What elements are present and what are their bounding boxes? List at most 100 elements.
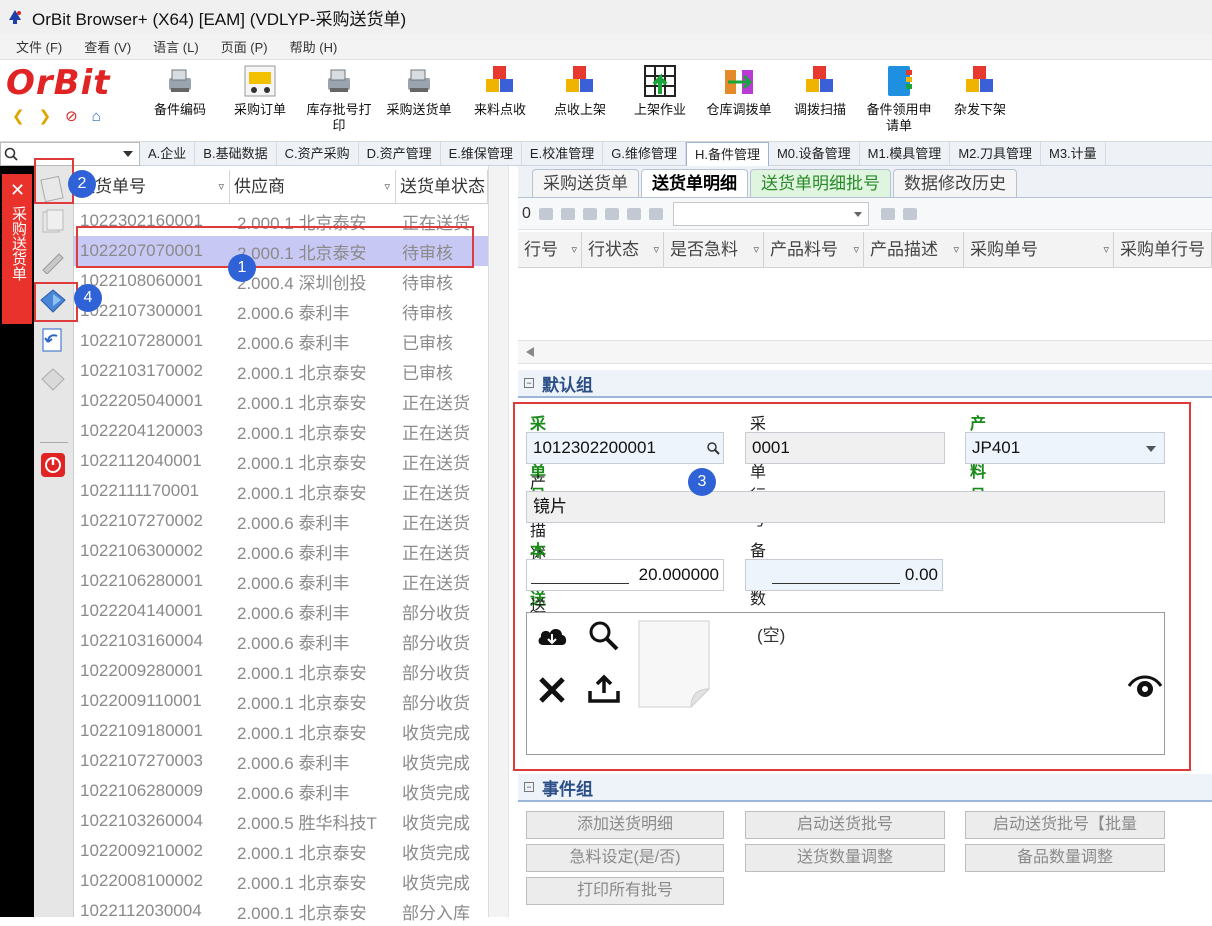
- exit-icon[interactable]: [39, 452, 67, 478]
- tab-edit-history[interactable]: 数据修改历史: [893, 169, 1017, 197]
- column-header-part-desc[interactable]: 产品描述 ▿: [864, 232, 964, 268]
- column-header-status[interactable]: 送货单状态: [396, 170, 488, 204]
- home-icon[interactable]: ⌂: [92, 108, 101, 126]
- tab-module-metrology[interactable]: M3.计量: [1041, 142, 1106, 166]
- table-row[interactable]: 1022103160004 2.000.6 泰利丰 部分收货: [74, 626, 488, 656]
- table-row[interactable]: 1022205040001 2.000.1 北京泰安 正在送货: [74, 386, 488, 416]
- menu-view[interactable]: 查看 (V): [84, 37, 131, 56]
- tab-delivery-header[interactable]: 采购送货单: [532, 169, 639, 197]
- toolbar-button-incoming-receipt[interactable]: 来料点收: [466, 64, 534, 140]
- toolbar-button-stock-batch-print[interactable]: 库存批号打印: [300, 64, 378, 140]
- move-top-icon[interactable]: [538, 207, 553, 220]
- filter-icon[interactable]: ▿: [218, 170, 224, 204]
- tab-module-calibration[interactable]: E.校准管理: [522, 142, 604, 166]
- refresh-record-icon[interactable]: [39, 326, 67, 352]
- move-bottom-icon[interactable]: [560, 207, 575, 220]
- urgent-setting-button[interactable]: 急料设定(是/否): [526, 844, 724, 872]
- toolbar-button-transfer-scan[interactable]: 调拨扫描: [786, 64, 854, 140]
- toolbar-button-receipt-shelving[interactable]: 点收上架: [546, 64, 614, 140]
- table-row[interactable]: 1022106280001 2.000.6 泰利丰 正在送货: [74, 566, 488, 596]
- column-header-delivery-no[interactable]: 送货单号 ▿: [74, 170, 230, 204]
- import-icon[interactable]: [648, 207, 663, 220]
- tab-module-mold[interactable]: M1.模具管理: [860, 142, 951, 166]
- event-group-header[interactable]: − 事件组: [518, 774, 1212, 802]
- tab-delivery-lines[interactable]: 送货单明细: [641, 169, 748, 197]
- filter-icon[interactable]: ▿: [653, 232, 659, 268]
- scroll-left-icon[interactable]: [526, 347, 534, 357]
- table-row[interactable]: 1022106300002 2.000.6 泰利丰 正在送货: [74, 536, 488, 566]
- column-header-po-line[interactable]: 采购单行号: [1114, 232, 1212, 268]
- table-row[interactable]: 1022112030004 2.000.1 北京泰安 部分入库: [74, 896, 488, 926]
- menu-language[interactable]: 语言 (L): [153, 37, 199, 56]
- filter-icon[interactable]: ▿: [571, 232, 577, 268]
- filter-icon[interactable]: ▿: [1103, 232, 1109, 268]
- add-delivery-line-button[interactable]: 添加送货明细: [526, 811, 724, 839]
- table-row[interactable]: 1022204120003 2.000.1 北京泰安 正在送货: [74, 416, 488, 446]
- start-delivery-batch-bulk-button[interactable]: 启动送货批号【批量: [965, 811, 1165, 839]
- toolbar-button-warehouse-transfer[interactable]: 仓库调拨单: [700, 64, 778, 140]
- tab-module-spare-parts[interactable]: H.备件管理: [685, 142, 769, 166]
- table-row[interactable]: 1022107300001 2.000.6 泰利丰 待审核: [74, 296, 488, 326]
- column-header-po-no[interactable]: 采购单号 ▿: [964, 232, 1114, 268]
- toolbar-button-shelving-operation[interactable]: 上架作业: [626, 64, 694, 140]
- detail-filter-select[interactable]: [672, 201, 869, 226]
- forward-arrow-icon[interactable]: ❯: [39, 108, 52, 126]
- table-row[interactable]: 1022108060001 2.000.4 深圳创投 待审核: [74, 266, 488, 296]
- toolbar-button-purchase-delivery[interactable]: 采购送货单: [380, 64, 458, 140]
- tab-module-asset-management[interactable]: D.资产管理: [359, 142, 441, 166]
- start-delivery-batch-button[interactable]: 启动送货批号: [745, 811, 945, 839]
- edit-record-icon[interactable]: [39, 248, 67, 274]
- find-icon[interactable]: [880, 207, 895, 220]
- table-row[interactable]: 1022009210002 2.000.1 北京泰安 收货完成: [74, 836, 488, 866]
- delivery-qty-adjust-button[interactable]: 送货数量调整: [745, 844, 945, 872]
- list-vertical-scrollbar[interactable]: [488, 166, 508, 917]
- filter-icon[interactable]: ▿: [384, 170, 390, 204]
- spare-qty-adjust-button[interactable]: 备品数量调整: [965, 844, 1165, 872]
- table-row[interactable]: 1022009280001 2.000.1 北京泰安 部分收货: [74, 656, 488, 686]
- toolbar-button-spare-requisition[interactable]: 备件领用申请单: [860, 64, 938, 140]
- menu-page[interactable]: 页面 (P): [221, 37, 268, 56]
- menu-file[interactable]: 文件 (F): [16, 37, 62, 56]
- tab-module-maintenance[interactable]: E.维保管理: [441, 142, 522, 166]
- expand-icon[interactable]: [902, 207, 917, 220]
- menu-help[interactable]: 帮助 (H): [290, 37, 338, 56]
- tab-module-enterprise[interactable]: A.企业: [140, 142, 196, 166]
- column-header-supplier[interactable]: 供应商 ▿: [230, 170, 396, 204]
- table-row[interactable]: 1022107280001 2.000.6 泰利丰 已审核: [74, 326, 488, 356]
- copy-record-icon[interactable]: [39, 208, 67, 234]
- tab-delivery-line-batches[interactable]: 送货单明细批号: [750, 169, 891, 197]
- tab-module-tool[interactable]: M2.刀具管理: [950, 142, 1041, 166]
- chevron-down-icon[interactable]: [123, 151, 133, 159]
- default-group-header[interactable]: − 默认组: [518, 370, 1212, 398]
- select-icon[interactable]: [582, 207, 597, 220]
- tab-module-asset-purchase[interactable]: C.资产采购: [277, 142, 359, 166]
- close-icon[interactable]: ✕: [10, 180, 25, 201]
- toolbar-button-purchase-order[interactable]: 采购订单: [226, 64, 294, 140]
- table-row[interactable]: 1022008100002 2.000.1 北京泰安 收货完成: [74, 866, 488, 896]
- tab-module-repair[interactable]: G.维修管理: [603, 142, 686, 166]
- side-tab-delivery[interactable]: ✕ 采购送货单: [2, 174, 32, 324]
- print-all-batches-button[interactable]: 打印所有批号: [526, 877, 724, 905]
- export-icon[interactable]: [626, 207, 641, 220]
- column-header-line-no[interactable]: 行号 ▿: [518, 232, 582, 268]
- tab-module-basic-data[interactable]: B.基础数据: [195, 142, 277, 166]
- table-row[interactable]: 1022103170002 2.000.1 北京泰安 已审核: [74, 356, 488, 386]
- filter-icon[interactable]: ▿: [853, 232, 859, 268]
- copy-icon[interactable]: [604, 207, 619, 220]
- toolbar-button-misc-issue[interactable]: 杂发下架: [946, 64, 1014, 140]
- tab-module-equipment[interactable]: M0.设备管理: [769, 142, 860, 166]
- detail-horizontal-scrollbar[interactable]: [518, 340, 1212, 364]
- collapse-icon[interactable]: −: [524, 378, 534, 388]
- column-header-urgent[interactable]: 是否急料 ▿: [664, 232, 764, 268]
- delete-record-icon[interactable]: [39, 366, 67, 392]
- filter-icon[interactable]: ▿: [753, 232, 759, 268]
- table-row[interactable]: 1022109180001 2.000.1 北京泰安 收货完成: [74, 716, 488, 746]
- stop-icon[interactable]: ⊘: [65, 108, 78, 126]
- toolbar-button-spare-code[interactable]: 备件编码: [146, 64, 214, 140]
- table-row[interactable]: 1022107270003 2.000.6 泰利丰 收货完成: [74, 746, 488, 776]
- table-row[interactable]: 1022111170001 2.000.1 北京泰安 正在送货: [74, 476, 488, 506]
- column-header-line-status[interactable]: 行状态 ▿: [582, 232, 664, 268]
- filter-icon[interactable]: ▿: [953, 232, 959, 268]
- table-row[interactable]: 1022204140001 2.000.6 泰利丰 部分收货: [74, 596, 488, 626]
- table-row[interactable]: 1022103260004 2.000.5 胜华科技T 收货完成: [74, 806, 488, 836]
